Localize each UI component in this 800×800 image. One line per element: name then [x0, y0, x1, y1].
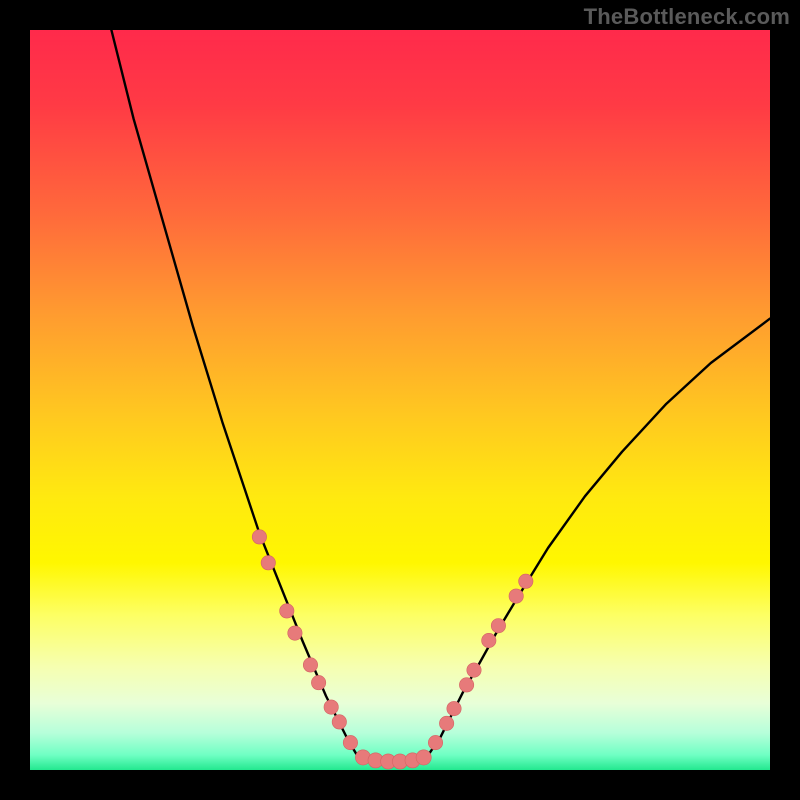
data-dot — [303, 658, 317, 672]
data-dot — [519, 574, 533, 588]
data-dot — [261, 556, 275, 570]
watermark-text: TheBottleneck.com — [584, 4, 790, 30]
plot-frame — [30, 30, 770, 770]
data-dot — [332, 715, 346, 729]
data-dot — [288, 626, 302, 640]
data-dot — [447, 701, 461, 715]
data-dot — [280, 604, 294, 618]
data-dot — [428, 735, 442, 749]
data-dot — [439, 716, 453, 730]
data-dot — [467, 663, 481, 677]
data-dot — [324, 700, 338, 714]
data-dot — [416, 750, 431, 765]
data-dot — [311, 675, 325, 689]
data-dot — [252, 530, 266, 544]
data-dot — [482, 633, 496, 647]
chart-stage: TheBottleneck.com — [0, 0, 800, 800]
curve-svg — [30, 30, 770, 770]
data-dot — [343, 735, 357, 749]
data-dot — [509, 589, 523, 603]
data-dot — [459, 678, 473, 692]
data-dots — [252, 530, 533, 769]
data-dot — [491, 619, 505, 633]
bottleneck-curve — [111, 30, 770, 762]
